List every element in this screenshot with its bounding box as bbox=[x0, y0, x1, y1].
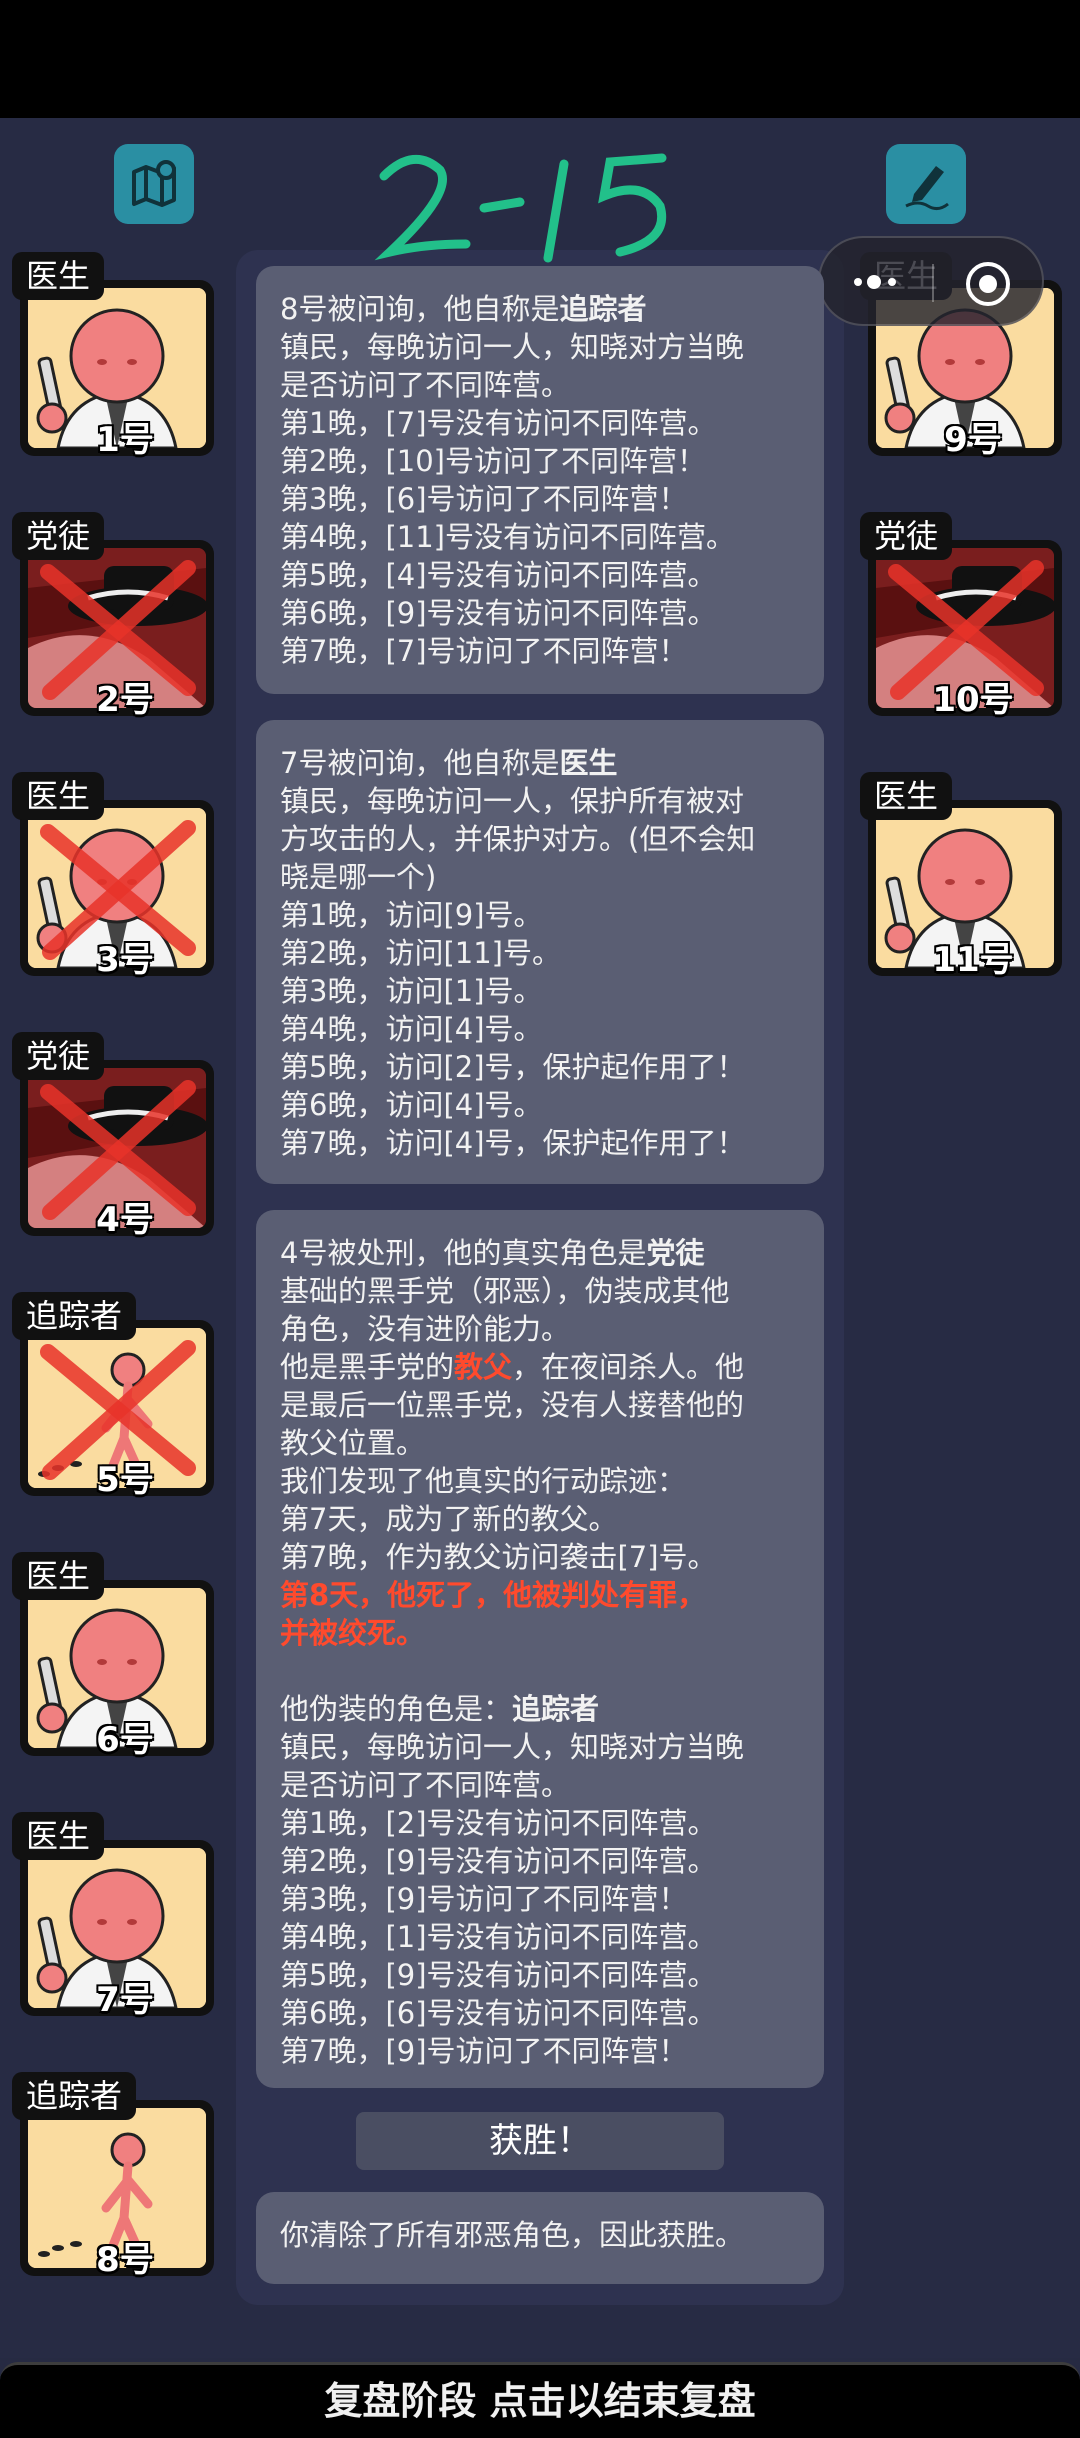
player-number: 10号 bbox=[932, 680, 1014, 720]
notes-button[interactable] bbox=[886, 144, 966, 224]
player-card-2[interactable]: 党徒 2号 bbox=[10, 512, 214, 720]
message-line: 第7晚，访问[4]号，保护起作用了！ bbox=[280, 1126, 746, 1160]
player-number: 8号 bbox=[96, 2240, 154, 2280]
player-number: 2号 bbox=[96, 680, 154, 720]
message-title: 7号被问询，他自称是医生 bbox=[280, 746, 618, 780]
message-line: 第7晚，作为教父访问袭击[7]号。 bbox=[280, 1540, 717, 1574]
player-card-11[interactable]: 医生 11号 bbox=[858, 772, 1062, 980]
message-card-execution: 4号被处刑，他的真实角色是党徒 基础的黑手党（邪恶），伪装成其他 角色，没有进阶… bbox=[256, 1210, 824, 2088]
message-line: 第4晚，[11]号没有访问不同阵营。 bbox=[280, 520, 735, 554]
end-review-label: 复盘阶段 点击以结束复盘 bbox=[324, 2379, 756, 2423]
message-line: 我们发现了他真实的行动踪迹： bbox=[280, 1464, 687, 1498]
player-number: 5号 bbox=[96, 1460, 154, 1500]
message-card-7: 7号被问询，他自称是医生 镇民，每晚访问一人，保护所有被对 方攻击的人，并保护对… bbox=[256, 720, 824, 1184]
role-tag: 医生 bbox=[12, 1552, 105, 1600]
player-card-6[interactable]: 医生 6号 bbox=[10, 1552, 214, 1760]
message-line: 第7天，成为了新的教父。 bbox=[280, 1502, 618, 1536]
message-title: 他伪装的角色是：追踪者 bbox=[280, 1692, 600, 1726]
status-bar bbox=[0, 0, 1080, 118]
message-line: 第2晚，[9]号没有访问不同阵营。 bbox=[280, 1844, 717, 1878]
role-tag: 党徒 bbox=[12, 1032, 105, 1080]
role-tag: 医生 bbox=[860, 772, 953, 820]
message-line: 他是黑手党的教父，在夜间杀人。他 bbox=[280, 1350, 745, 1384]
player-card-7[interactable]: 医生 7号 bbox=[10, 1812, 214, 2020]
message-line: 第2晚，访问[11]号。 bbox=[280, 936, 561, 970]
message-line: 你清除了所有邪恶角色，因此获胜。 bbox=[280, 2218, 745, 2252]
message-line: 第6晚，[9]号没有访问不同阵营。 bbox=[280, 596, 717, 630]
message-line: 是最后一位黑手党，没有人接替他的 bbox=[280, 1388, 745, 1422]
player-card-4[interactable]: 党徒 4号 bbox=[10, 1032, 214, 1240]
message-line: 第3晚，[9]号访问了不同阵营！ bbox=[280, 1882, 688, 1916]
player-number: 4号 bbox=[96, 1200, 154, 1240]
message-line: 第1晚，访问[9]号。 bbox=[280, 898, 543, 932]
message-line: 基础的黑手党（邪恶），伪装成其他 bbox=[280, 1274, 730, 1308]
map-button[interactable] bbox=[114, 144, 194, 224]
message-line: 第5晚，访问[2]号，保护起作用了！ bbox=[280, 1050, 746, 1084]
message-line: 第1晚，[2]号没有访问不同阵营。 bbox=[280, 1806, 717, 1840]
more-dots-icon[interactable] bbox=[848, 267, 928, 297]
player-card-10[interactable]: 党徒 10号 bbox=[858, 512, 1062, 720]
pencil-note-icon bbox=[905, 166, 949, 211]
message-line: 方攻击的人，并保护对方。(但不会知 bbox=[280, 822, 756, 856]
role-tag: 医生 bbox=[12, 1812, 105, 1860]
message-line: 第5晚，[4]号没有访问不同阵营。 bbox=[280, 558, 717, 592]
map-pin-icon bbox=[132, 160, 176, 207]
role-tag: 党徒 bbox=[860, 512, 953, 560]
message-line: 第1晚，[7]号没有访问不同阵营。 bbox=[280, 406, 717, 440]
message-line: 第4晚，[1]号没有访问不同阵营。 bbox=[280, 1920, 717, 1954]
player-card-1[interactable]: 医生 1号 bbox=[10, 252, 214, 460]
role-tag: 党徒 bbox=[12, 512, 105, 560]
player-card-8[interactable]: 追踪者 8号 bbox=[10, 2072, 214, 2280]
message-line: 是否访问了不同阵营。 bbox=[280, 1768, 571, 1802]
message-line: 第3晚，访问[1]号。 bbox=[280, 974, 543, 1008]
message-line: 第5晚，[9]号没有访问不同阵营。 bbox=[280, 1958, 717, 1992]
handwritten-note bbox=[374, 153, 667, 263]
message-line: 第7晚，[9]号访问了不同阵营！ bbox=[280, 2034, 688, 2068]
player-number: 9号 bbox=[944, 420, 1002, 460]
message-line: 镇民，每晚访问一人，知晓对方当晚 bbox=[280, 1730, 745, 1764]
mini-program-capsule bbox=[818, 236, 1044, 326]
message-line: 第7晚，[7]号访问了不同阵营！ bbox=[280, 634, 688, 668]
role-tag: 医生 bbox=[12, 252, 105, 300]
victory-banner: 获胜！ bbox=[356, 2112, 724, 2170]
message-title: 8号被问询，他自称是追踪者 bbox=[280, 292, 647, 326]
player-number: 6号 bbox=[96, 1720, 154, 1760]
message-line: 第6晚，[6]号没有访问不同阵营。 bbox=[280, 1996, 717, 2030]
player-number: 3号 bbox=[96, 940, 154, 980]
message-card-8: 8号被问询，他自称是追踪者 镇民，每晚访问一人，知晓对方当晚 是否访问了不同阵营… bbox=[256, 266, 824, 694]
message-line: 第3晚，[6]号访问了不同阵营！ bbox=[280, 482, 688, 516]
player-card-5[interactable]: 追踪者 5号 bbox=[10, 1292, 214, 1500]
player-number: 1号 bbox=[96, 420, 154, 460]
role-tag: 追踪者 bbox=[12, 1292, 137, 1340]
end-review-button[interactable]: 复盘阶段 点击以结束复盘 bbox=[0, 2362, 1080, 2438]
message-title: 4号被处刑，他的真实角色是党徒 bbox=[280, 1236, 705, 1270]
execution-highlight: 第8天，他死了，他被判处有罪， bbox=[280, 1578, 707, 1612]
role-tag: 医生 bbox=[12, 772, 105, 820]
message-line: 角色，没有进阶能力。 bbox=[280, 1312, 571, 1346]
message-line: 第6晚，访问[4]号。 bbox=[280, 1088, 543, 1122]
message-line: 第4晚，访问[4]号。 bbox=[280, 1012, 543, 1046]
target-close-icon[interactable] bbox=[964, 260, 1012, 308]
capsule-divider bbox=[932, 264, 934, 302]
player-card-3[interactable]: 医生 3号 bbox=[10, 772, 214, 980]
player-number: 7号 bbox=[96, 1980, 154, 2020]
role-tag: 追踪者 bbox=[12, 2072, 137, 2120]
execution-highlight: 并被绞死。 bbox=[280, 1616, 426, 1650]
message-line: 是否访问了不同阵营。 bbox=[280, 368, 571, 402]
message-line: 晓是哪一个) bbox=[280, 860, 437, 894]
player-number: 11号 bbox=[932, 940, 1014, 980]
message-line: 镇民，每晚访问一人，保护所有被对 bbox=[280, 784, 745, 818]
message-line: 镇民，每晚访问一人，知晓对方当晚 bbox=[280, 330, 745, 364]
message-line: 教父位置。 bbox=[280, 1426, 426, 1460]
victory-message: 你清除了所有邪恶角色，因此获胜。 bbox=[256, 2192, 824, 2284]
message-line: 第2晚，[10]号访问了不同阵营！ bbox=[280, 444, 706, 478]
